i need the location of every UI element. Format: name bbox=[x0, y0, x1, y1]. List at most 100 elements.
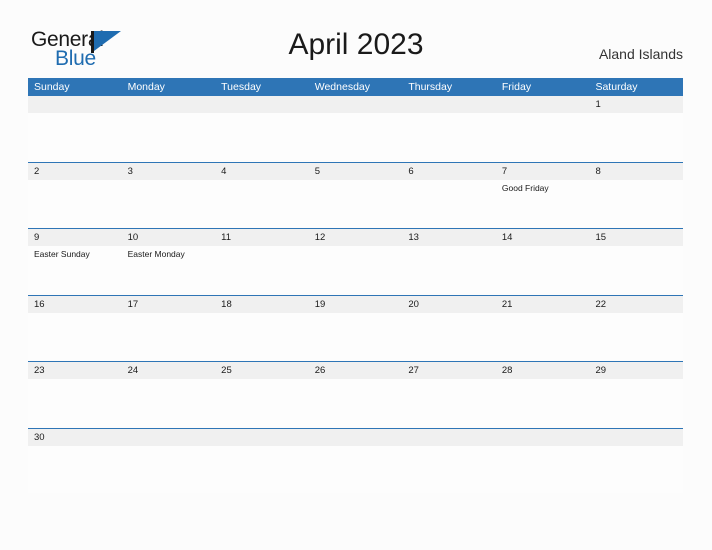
day-event bbox=[309, 379, 403, 426]
day-number[interactable]: 27 bbox=[402, 362, 496, 379]
day-event-easter-monday: Easter Monday bbox=[127, 249, 185, 260]
calendar-week-row: 16 17 18 19 20 21 22 bbox=[28, 295, 683, 363]
day-event bbox=[215, 446, 309, 493]
day-number[interactable]: 6 bbox=[402, 163, 496, 180]
day-number[interactable] bbox=[496, 429, 590, 446]
page-header: General Blue April 2023 Aland Islands bbox=[0, 0, 712, 78]
day-number[interactable]: 30 bbox=[28, 429, 122, 446]
day-event bbox=[402, 379, 496, 426]
day-number[interactable]: 29 bbox=[589, 362, 683, 379]
day-number[interactable] bbox=[496, 96, 590, 113]
day-event bbox=[589, 446, 683, 493]
day-number[interactable] bbox=[402, 429, 496, 446]
day-event bbox=[215, 246, 309, 293]
calendar-grid: Sunday Monday Tuesday Wednesday Thursday… bbox=[28, 78, 683, 496]
day-number[interactable]: 15 bbox=[589, 229, 683, 246]
day-number[interactable] bbox=[215, 96, 309, 113]
day-event bbox=[402, 313, 496, 360]
day-number[interactable]: 5 bbox=[309, 163, 403, 180]
day-number[interactable] bbox=[309, 96, 403, 113]
day-event bbox=[589, 180, 683, 227]
day-number[interactable]: 23 bbox=[28, 362, 122, 379]
day-event bbox=[589, 246, 683, 293]
week-date-band: 9 10 11 12 13 14 15 bbox=[28, 229, 683, 247]
dow-sunday: Sunday bbox=[34, 81, 70, 93]
week-date-band: 16 17 18 19 20 21 22 bbox=[28, 295, 683, 313]
day-event bbox=[496, 313, 590, 360]
day-event bbox=[122, 446, 216, 493]
day-event bbox=[309, 313, 403, 360]
day-event bbox=[28, 113, 122, 160]
day-number[interactable]: 20 bbox=[402, 296, 496, 313]
calendar-week-row: 23 24 25 26 27 28 29 bbox=[28, 362, 683, 429]
day-event bbox=[496, 446, 590, 493]
day-event bbox=[122, 180, 216, 227]
day-event bbox=[122, 313, 216, 360]
day-number[interactable] bbox=[28, 96, 122, 113]
day-number[interactable]: 13 bbox=[402, 229, 496, 246]
day-number[interactable] bbox=[122, 96, 216, 113]
day-event bbox=[28, 180, 122, 227]
week-event-band: Easter Sunday Easter Monday bbox=[28, 246, 683, 294]
dow-friday: Friday bbox=[501, 81, 532, 93]
day-event bbox=[589, 113, 683, 160]
day-number[interactable]: 10 bbox=[122, 229, 216, 246]
calendar-week-row: 9 10 11 12 13 14 15 Easter Sunday Easter… bbox=[28, 229, 683, 296]
day-event bbox=[402, 113, 496, 160]
day-number[interactable]: 4 bbox=[215, 163, 309, 180]
day-event bbox=[309, 113, 403, 160]
day-event bbox=[402, 446, 496, 493]
day-event bbox=[28, 313, 122, 360]
day-event bbox=[496, 379, 590, 426]
day-event bbox=[309, 446, 403, 493]
day-event bbox=[215, 113, 309, 160]
day-number[interactable]: 17 bbox=[122, 296, 216, 313]
day-number[interactable]: 1 bbox=[589, 96, 683, 113]
day-number[interactable]: 24 bbox=[122, 362, 216, 379]
week-event-band bbox=[28, 445, 683, 493]
day-number[interactable] bbox=[402, 96, 496, 113]
day-number[interactable]: 25 bbox=[215, 362, 309, 379]
day-number[interactable]: 26 bbox=[309, 362, 403, 379]
day-event bbox=[589, 313, 683, 360]
dow-wednesday: Wednesday bbox=[314, 81, 370, 93]
day-number[interactable]: 14 bbox=[496, 229, 590, 246]
day-number[interactable]: 18 bbox=[215, 296, 309, 313]
day-event-easter-sunday: Easter Sunday bbox=[34, 249, 90, 260]
day-number[interactable] bbox=[215, 429, 309, 446]
day-number[interactable]: 16 bbox=[28, 296, 122, 313]
week-date-band: 1 bbox=[28, 96, 683, 113]
day-number[interactable]: 8 bbox=[589, 163, 683, 180]
dow-thursday: Thursday bbox=[408, 81, 453, 93]
week-event-band: Good Friday bbox=[28, 179, 683, 227]
day-number[interactable]: 19 bbox=[309, 296, 403, 313]
day-number[interactable]: 11 bbox=[215, 229, 309, 246]
day-number[interactable]: 12 bbox=[309, 229, 403, 246]
week-event-band bbox=[28, 113, 683, 160]
day-event bbox=[309, 246, 403, 293]
day-number[interactable]: 7 bbox=[496, 163, 590, 180]
calendar-week-row: 30 bbox=[28, 428, 683, 496]
day-number[interactable]: 3 bbox=[122, 163, 216, 180]
day-number[interactable]: 28 bbox=[496, 362, 590, 379]
day-number[interactable] bbox=[309, 429, 403, 446]
day-event bbox=[122, 379, 216, 426]
day-event bbox=[496, 113, 590, 160]
day-event bbox=[589, 379, 683, 426]
day-event bbox=[402, 246, 496, 293]
day-event bbox=[122, 113, 216, 160]
day-number[interactable] bbox=[589, 429, 683, 446]
day-number[interactable]: 22 bbox=[589, 296, 683, 313]
dow-monday: Monday bbox=[127, 81, 165, 93]
calendar-week-row: 1 bbox=[28, 96, 683, 163]
week-event-band bbox=[28, 312, 683, 360]
day-number[interactable]: 2 bbox=[28, 163, 122, 180]
day-event bbox=[402, 180, 496, 227]
day-number[interactable] bbox=[122, 429, 216, 446]
day-event bbox=[28, 379, 122, 426]
day-number[interactable]: 21 bbox=[496, 296, 590, 313]
day-event-good-friday: Good Friday bbox=[501, 182, 549, 193]
dow-saturday: Saturday bbox=[595, 81, 638, 93]
calendar-week-row: 2 3 4 5 6 7 8 Good Friday bbox=[28, 162, 683, 230]
day-number[interactable]: 9 bbox=[28, 229, 122, 246]
